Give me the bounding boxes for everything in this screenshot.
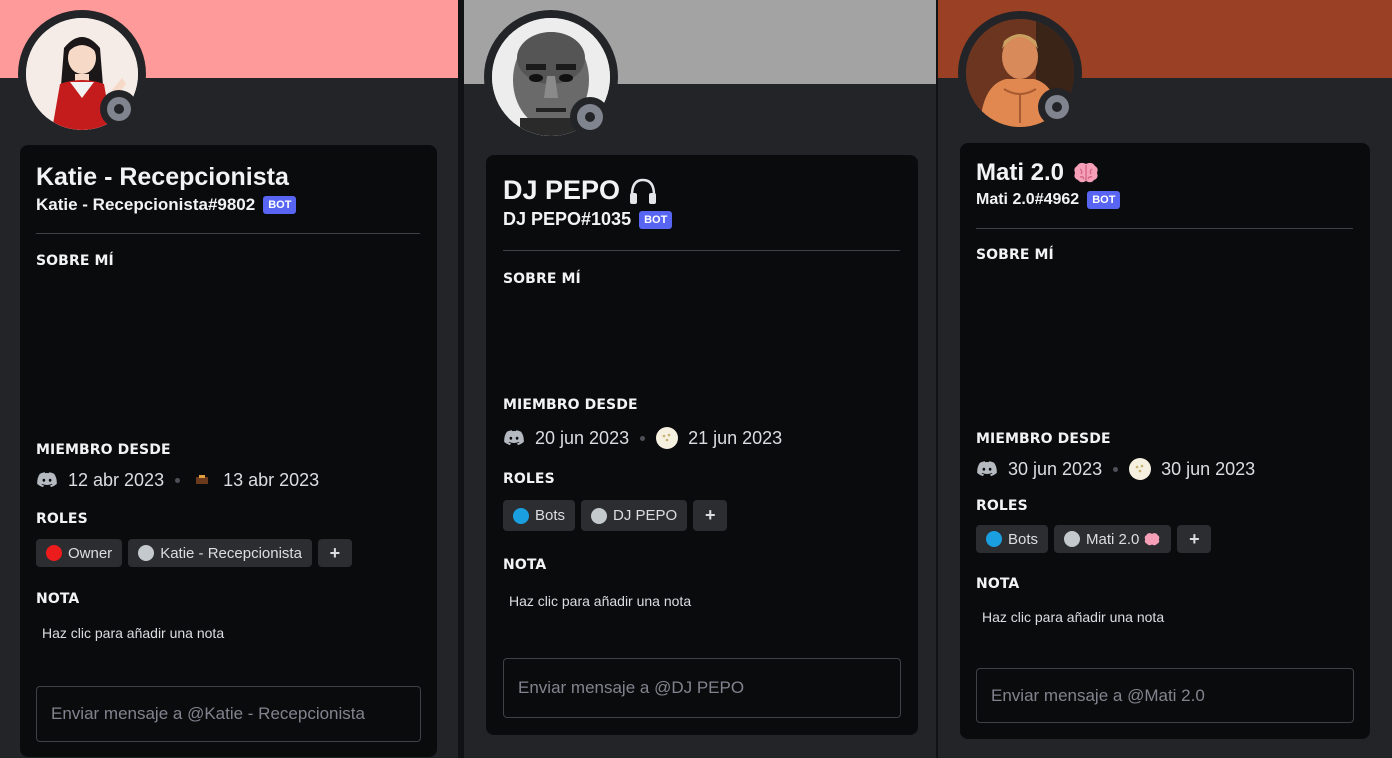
divider (976, 228, 1353, 229)
brain-icon (1145, 532, 1160, 545)
add-role-button[interactable]: + (693, 500, 728, 531)
status-hole (1052, 102, 1062, 112)
profile-card-mati: Mati 2.0 Mati 2.0#4962 BOT SOBRE MÍ MIEM… (938, 0, 1392, 758)
note-field[interactable]: Haz clic para añadir una nota (509, 593, 691, 609)
server-icon (191, 469, 213, 491)
server-icon (656, 427, 679, 449)
roles-title: ROLES (976, 498, 1028, 514)
display-name: Katie - Recepcionista (36, 163, 289, 191)
message-input[interactable] (976, 668, 1354, 723)
divider (503, 250, 900, 251)
role-bots[interactable]: Bots (976, 525, 1049, 553)
separator-dot (1113, 466, 1119, 472)
status-hole (585, 112, 595, 122)
role-mati[interactable]: Mati 2.0 (1054, 525, 1172, 553)
member-since-title: MIEMBRO DESDE (503, 397, 638, 413)
server-member-since: 13 abr 2023 (223, 469, 320, 490)
member-since-title: MIEMBRO DESDE (976, 431, 1111, 447)
discord-icon (977, 461, 997, 477)
brain-icon (1074, 162, 1098, 183)
bot-badge: BOT (263, 196, 297, 214)
username: Mati 2.0#4962 (976, 191, 1080, 208)
role-label: Owner (68, 544, 113, 562)
discord-member-since: 12 abr 2023 (68, 469, 165, 490)
bot-badge: BOT (1087, 191, 1121, 209)
discord-icon (37, 472, 57, 488)
role-label: Katie - Recepcionista (160, 544, 302, 562)
discord-member-since: 30 jun 2023 (1008, 458, 1103, 479)
discord-member-since: 20 jun 2023 (535, 427, 630, 448)
role-dj-pepo[interactable]: DJ PEPO (581, 500, 688, 531)
roles-title: ROLES (36, 511, 88, 527)
role-color-dot (46, 545, 62, 561)
discord-icon (504, 430, 524, 446)
server-member-since: 21 jun 2023 (688, 427, 783, 448)
separator-dot (640, 435, 646, 441)
note-title: NOTA (503, 557, 547, 573)
display-name-row: DJ PEPO (503, 175, 658, 206)
role-color-dot (513, 507, 529, 524)
username-row: Katie - Recepcionista#9802 BOT (36, 195, 297, 215)
role-color-dot (591, 507, 608, 524)
status-hole (114, 104, 124, 114)
divider (36, 233, 420, 234)
roles-list: Owner Katie - Recepcionista + (36, 539, 358, 567)
add-role-button[interactable]: + (1177, 525, 1212, 553)
role-color-dot (1064, 531, 1081, 547)
note-field[interactable]: Haz clic para añadir una nota (982, 609, 1164, 625)
role-owner[interactable]: Owner (36, 539, 123, 567)
about-me-title: SOBRE MÍ (976, 247, 1054, 263)
message-input[interactable] (36, 686, 421, 742)
roles-list: Bots Mati 2.0 + (976, 525, 1217, 553)
roles-list: Bots DJ PEPO + (503, 500, 733, 531)
note-title: NOTA (976, 576, 1020, 592)
username: Katie - Recepcionista#9802 (36, 195, 256, 214)
about-me-title: SOBRE MÍ (36, 253, 114, 269)
profile-body: DJ PEPO DJ PEPO#1035 BOT SOBRE MÍ MIEMBR… (486, 155, 918, 735)
role-label: Bots (1008, 530, 1039, 548)
role-color-dot (138, 545, 155, 561)
role-label: DJ PEPO (613, 507, 678, 524)
profile-body: Mati 2.0 Mati 2.0#4962 BOT SOBRE MÍ MIEM… (960, 143, 1370, 739)
display-name: Mati 2.0 (976, 159, 1065, 186)
separator-dot (175, 477, 181, 483)
server-icon (1129, 458, 1152, 480)
profile-body: Katie - Recepcionista Katie - Recepcioni… (20, 145, 437, 757)
roles-title: ROLES (503, 471, 555, 487)
message-input[interactable] (503, 658, 901, 718)
about-me-title: SOBRE MÍ (503, 271, 581, 287)
role-katie-recepcionista[interactable]: Katie - Recepcionista (128, 539, 312, 567)
add-role-button[interactable]: + (317, 539, 352, 567)
profile-card-dj-pepo: DJ PEPO DJ PEPO#1035 BOT SOBRE MÍ MIEMBR… (464, 0, 936, 758)
role-label: Mati 2.0 (1086, 530, 1140, 548)
username-row: DJ PEPO#1035 BOT (503, 209, 673, 230)
role-color-dot (986, 531, 1002, 547)
member-since-row: 20 jun 2023 21 jun 2023 (503, 427, 782, 449)
headphones-icon (630, 178, 657, 204)
role-bots[interactable]: Bots (503, 500, 576, 531)
server-member-since: 30 jun 2023 (1161, 458, 1256, 479)
display-name-row: Mati 2.0 (976, 159, 1100, 187)
display-name: DJ PEPO (503, 175, 621, 205)
bot-badge: BOT (639, 210, 673, 229)
member-since-row: 12 abr 2023 13 abr 2023 (36, 469, 319, 491)
member-since-title: MIEMBRO DESDE (36, 442, 171, 458)
note-field[interactable]: Haz clic para añadir una nota (42, 625, 224, 641)
note-title: NOTA (36, 591, 80, 607)
member-since-row: 30 jun 2023 30 jun 2023 (976, 458, 1255, 480)
role-label: Bots (535, 507, 566, 524)
profile-card-katie: Katie - Recepcionista Katie - Recepcioni… (0, 0, 458, 758)
username: DJ PEPO#1035 (503, 209, 632, 229)
username-row: Mati 2.0#4962 BOT (976, 191, 1121, 209)
